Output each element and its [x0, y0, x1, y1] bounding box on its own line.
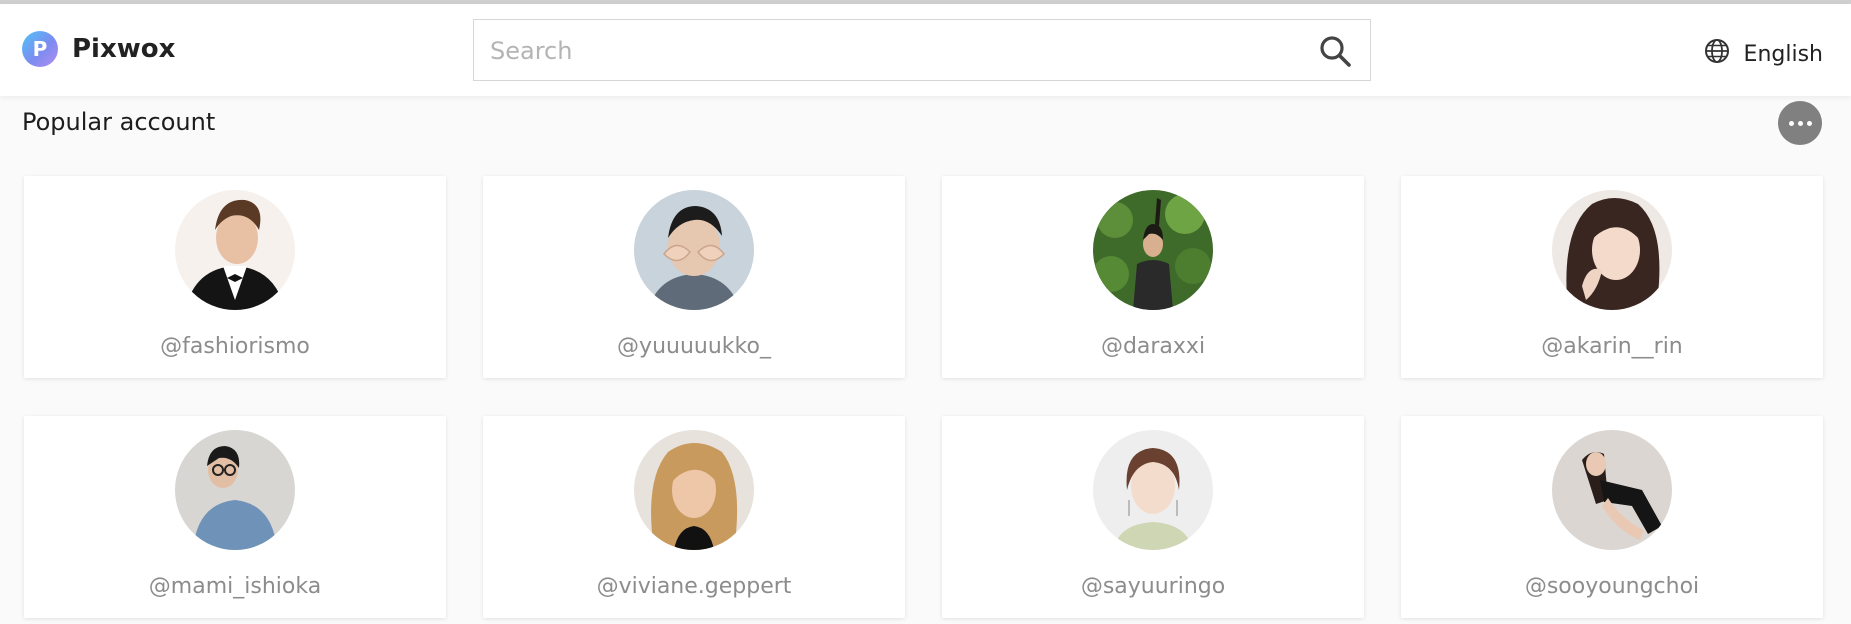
search-box: [473, 19, 1371, 82]
account-handle[interactable]: @yuuuuukko_: [483, 334, 905, 359]
language-selector[interactable]: English: [1704, 38, 1823, 70]
dot-icon: [1797, 120, 1803, 126]
language-label: English: [1743, 41, 1823, 67]
account-handle[interactable]: @sayuuringo: [942, 574, 1364, 599]
account-card[interactable]: @akarin__rin: [1401, 176, 1823, 378]
account-handle[interactable]: @daraxxi: [942, 334, 1364, 359]
dot-icon: [1806, 120, 1812, 126]
account-card[interactable]: @yuuuuukko_: [483, 176, 905, 378]
brand[interactable]: P Pixwox: [22, 31, 175, 67]
search-input[interactable]: [488, 20, 1292, 82]
account-card[interactable]: @daraxxi: [942, 176, 1364, 378]
avatar: [1552, 190, 1672, 310]
avatar: [1093, 430, 1213, 550]
account-handle[interactable]: @akarin__rin: [1401, 334, 1823, 359]
avatar: [175, 190, 295, 310]
globe-icon: [1704, 38, 1730, 70]
avatar: [634, 190, 754, 310]
account-handle[interactable]: @mami_ishioka: [24, 574, 446, 599]
dot-icon: [1788, 120, 1794, 126]
account-handle[interactable]: @viviane.geppert: [483, 574, 905, 599]
account-card[interactable]: @viviane.geppert: [483, 416, 905, 618]
avatar: [175, 430, 295, 550]
avatar: [1552, 430, 1672, 550]
account-handle[interactable]: @sooyoungchoi: [1401, 574, 1823, 599]
account-card[interactable]: @sayuuringo: [942, 416, 1364, 618]
more-options-button[interactable]: [1778, 101, 1822, 145]
avatar: [1093, 190, 1213, 310]
brand-name: Pixwox: [72, 34, 176, 64]
avatar: [634, 430, 754, 550]
account-card[interactable]: @mami_ishioka: [24, 416, 446, 618]
search-icon[interactable]: [1318, 34, 1352, 68]
account-card[interactable]: @sooyoungchoi: [1401, 416, 1823, 618]
account-card[interactable]: @fashiorismo: [24, 176, 446, 378]
header: P Pixwox English: [0, 4, 1851, 96]
account-handle[interactable]: @fashiorismo: [24, 334, 446, 359]
section-title: Popular account: [22, 108, 216, 136]
pixwox-logo-icon: P: [22, 31, 58, 67]
